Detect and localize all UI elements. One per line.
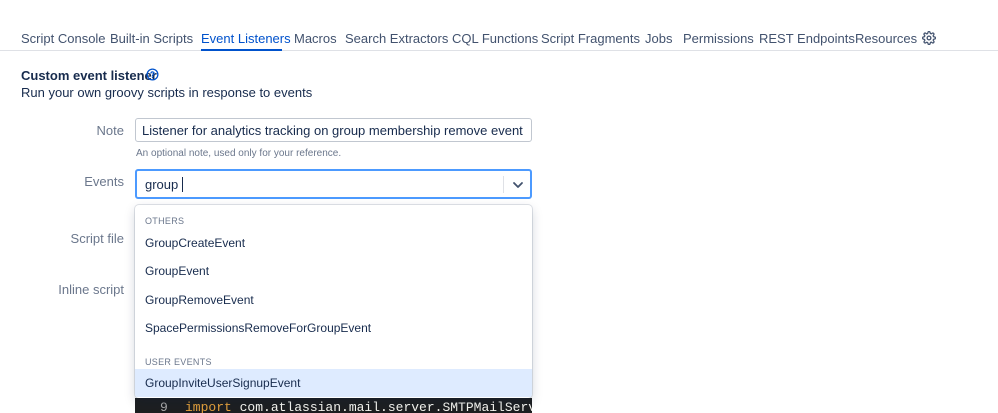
text-caret <box>182 177 183 192</box>
option-group-event[interactable]: GroupEvent <box>135 257 532 285</box>
events-select[interactable]: group <box>135 169 532 199</box>
active-tab-indicator <box>201 49 282 51</box>
group-heading-user-events: USER EVENTS <box>145 357 212 367</box>
page-subtitle: Run your own groovy scripts in response … <box>21 85 313 100</box>
tab-event-listeners[interactable]: Event Listeners <box>201 31 291 46</box>
code-line-number: 9 <box>160 400 168 413</box>
question-circle-icon[interactable] <box>146 68 159 81</box>
indicator-separator <box>503 176 504 193</box>
tab-resources[interactable]: Resources <box>855 31 917 46</box>
events-search-input[interactable]: group <box>145 177 178 192</box>
inline-script-editor[interactable]: 9 import com.atlassian.mail.server.SMTPM… <box>135 398 532 413</box>
option-group-create-event[interactable]: GroupCreateEvent <box>135 229 532 257</box>
events-dropdown-menu: OTHERS GroupCreateEvent GroupEvent Group… <box>135 205 532 398</box>
note-help-text: An optional note, used only for your ref… <box>136 148 342 159</box>
tab-permissions[interactable]: Permissions <box>683 31 754 46</box>
tab-built-in-scripts[interactable]: Built-in Scripts <box>110 31 193 46</box>
tab-jobs[interactable]: Jobs <box>645 31 672 46</box>
chevron-down-icon[interactable] <box>510 177 526 193</box>
group-heading-others: OTHERS <box>145 216 185 226</box>
tab-search-extractors[interactable]: Search Extractors <box>345 31 448 46</box>
tab-script-console[interactable]: Script Console <box>21 31 106 46</box>
code-keyword: import <box>185 400 232 413</box>
tab-cql-functions[interactable]: CQL Functions <box>452 31 538 46</box>
inline-script-label: Inline script <box>58 282 124 297</box>
events-label: Events <box>84 174 124 189</box>
note-label: Note <box>96 123 124 138</box>
tab-macros[interactable]: Macros <box>294 31 337 46</box>
option-group-remove-event[interactable]: GroupRemoveEvent <box>135 286 532 314</box>
script-file-label: Script file <box>70 231 124 246</box>
code-text: com.atlassian.mail.server.SMTPMailServer… <box>231 400 532 413</box>
page-title: Custom event listener <box>21 68 157 83</box>
top-nav: Script Console Built-in Scripts Event Li… <box>0 0 998 51</box>
tab-script-fragments[interactable]: Script Fragments <box>541 31 640 46</box>
note-field[interactable] <box>135 118 532 142</box>
gear-icon[interactable] <box>921 30 937 46</box>
option-group-invite-user-signup-event[interactable]: GroupInviteUserSignupEvent <box>135 369 532 397</box>
tab-rest-endpoints[interactable]: REST Endpoints <box>759 31 855 46</box>
code-line: import com.atlassian.mail.server.SMTPMai… <box>185 400 532 413</box>
option-space-permissions-remove-for-group-event[interactable]: SpacePermissionsRemoveForGroupEvent <box>135 314 532 342</box>
